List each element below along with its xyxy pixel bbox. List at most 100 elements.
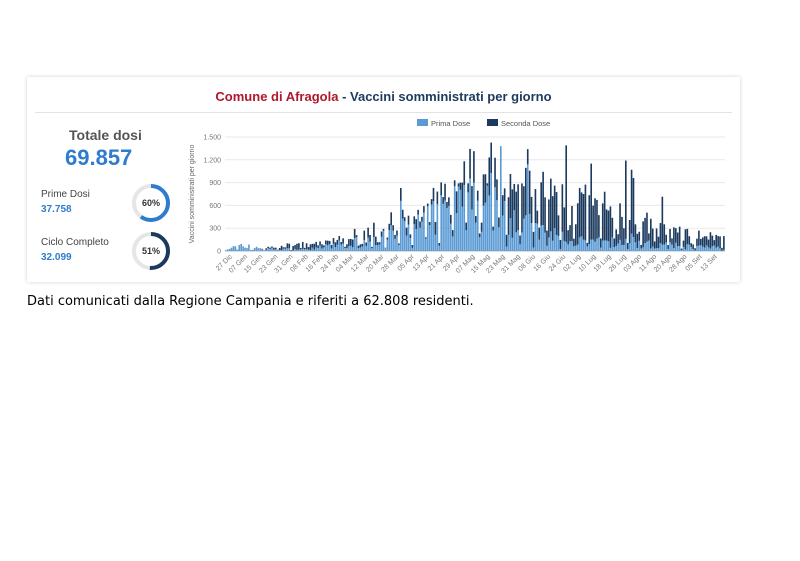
bar-prima-dose xyxy=(307,249,310,251)
bar-seconda-dose xyxy=(450,214,452,224)
bar-prima-dose xyxy=(230,247,233,251)
bar-prima-dose xyxy=(680,250,683,251)
bar-prima-dose xyxy=(323,247,325,251)
bar-seconda-dose xyxy=(271,246,273,248)
bar-prima-dose xyxy=(550,231,552,251)
bar-seconda-dose xyxy=(719,236,721,249)
bar-prima-dose xyxy=(600,247,602,251)
bar-seconda-dose xyxy=(294,245,296,249)
bar-prima-dose xyxy=(567,244,569,251)
bar-prima-dose xyxy=(428,225,431,251)
bar-seconda-dose xyxy=(661,196,664,245)
bar-seconda-dose xyxy=(580,192,583,237)
bar-prima-dose xyxy=(636,248,639,251)
bar-prima-dose xyxy=(313,249,316,251)
bar-prima-dose xyxy=(507,234,510,251)
bar-prima-dose xyxy=(319,245,321,251)
bar-seconda-dose xyxy=(625,160,627,239)
bar-prima-dose xyxy=(715,247,718,251)
bar-prima-dose xyxy=(671,244,673,251)
bar-prima-dose xyxy=(321,248,323,251)
bar-seconda-dose xyxy=(357,245,360,248)
bar-prima-dose xyxy=(540,225,543,251)
bar-prima-dose xyxy=(707,247,710,251)
bar-prima-dose xyxy=(417,214,419,251)
bar-seconda-dose xyxy=(623,228,625,245)
bar-prima-dose xyxy=(661,244,664,251)
bar-seconda-dose xyxy=(444,183,446,201)
bar-prima-dose xyxy=(653,248,656,251)
bar-prima-dose xyxy=(596,238,598,251)
bar-prima-dose xyxy=(442,203,444,251)
bar-prima-dose xyxy=(494,187,496,251)
bar-seconda-dose xyxy=(721,247,723,251)
bar-seconda-dose xyxy=(717,236,719,247)
bar-prima-dose xyxy=(386,239,389,251)
bar-seconda-dose xyxy=(419,221,421,228)
bar-prima-dose xyxy=(659,243,662,251)
bar-seconda-dose xyxy=(640,244,643,249)
y-tick-label: 600 xyxy=(209,203,221,210)
bar-prima-dose xyxy=(617,243,619,251)
bar-seconda-dose xyxy=(288,243,291,249)
bar-seconda-dose xyxy=(494,157,496,188)
bar-prima-dose xyxy=(692,249,694,251)
bar-prima-dose xyxy=(342,243,344,251)
y-tick-label: 1.500 xyxy=(203,135,221,142)
bar-prima-dose xyxy=(717,246,719,251)
bar-seconda-dose xyxy=(451,230,454,237)
bar-prima-dose xyxy=(548,237,550,251)
bar-prima-dose xyxy=(330,248,333,251)
bar-prima-dose xyxy=(446,207,448,251)
legend-label-1: Prima Dose xyxy=(431,119,470,128)
bar-seconda-dose xyxy=(594,198,596,242)
bar-prima-dose xyxy=(480,231,483,251)
chart-card: Comune di Afragola - Vaccini somministra… xyxy=(27,77,740,282)
bar-prima-dose xyxy=(305,248,308,251)
bar-seconda-dose xyxy=(596,199,598,239)
bar-prima-dose xyxy=(244,247,246,251)
bar-prima-dose xyxy=(601,240,604,251)
bar-seconda-dose xyxy=(550,178,552,232)
bar-seconda-dose xyxy=(540,182,543,226)
bar-prima-dose xyxy=(325,244,327,251)
bar-prima-dose xyxy=(709,248,712,251)
bar-seconda-dose xyxy=(655,228,658,248)
bar-prima-dose xyxy=(407,224,410,251)
bar-prima-dose xyxy=(482,205,485,251)
bar-seconda-dose xyxy=(555,192,558,235)
bar-prima-dose xyxy=(396,235,398,251)
bar-seconda-dose xyxy=(369,234,371,242)
bar-seconda-dose xyxy=(425,237,427,239)
bar-seconda-dose xyxy=(265,248,268,250)
bar-seconda-dose xyxy=(482,174,485,206)
bar-seconda-dose xyxy=(467,183,469,193)
bar-seconda-dose xyxy=(651,228,654,247)
bar-prima-dose xyxy=(409,237,412,251)
bar-seconda-dose xyxy=(298,243,300,250)
bar-prima-dose xyxy=(371,248,373,251)
bar-prima-dose xyxy=(453,186,456,251)
bar-prima-dose xyxy=(294,248,296,251)
bar-seconda-dose xyxy=(634,224,637,243)
bar-prima-dose xyxy=(669,242,671,251)
bar-prima-dose xyxy=(573,246,575,251)
bar-prima-dose xyxy=(280,250,283,251)
bar-seconda-dose xyxy=(657,236,660,249)
y-axis-label: Vaccini somministrati per giorno xyxy=(189,145,196,244)
bar-seconda-dose xyxy=(503,188,506,201)
bar-seconda-dose xyxy=(476,190,479,201)
bar-seconda-dose xyxy=(565,145,568,242)
bar-seconda-dose xyxy=(411,245,414,248)
bar-prima-dose xyxy=(382,230,385,251)
bar-prima-dose xyxy=(492,230,494,251)
bar-prima-dose xyxy=(373,237,375,251)
bar-prima-dose xyxy=(611,237,614,251)
bar-seconda-dose xyxy=(532,231,535,248)
bar-prima-dose xyxy=(598,237,600,251)
bar-prima-dose xyxy=(561,231,564,251)
bar-prima-dose xyxy=(303,249,306,251)
bar-prima-dose xyxy=(496,200,498,251)
bar-seconda-dose xyxy=(457,183,460,187)
bar-prima-dose xyxy=(398,245,400,251)
